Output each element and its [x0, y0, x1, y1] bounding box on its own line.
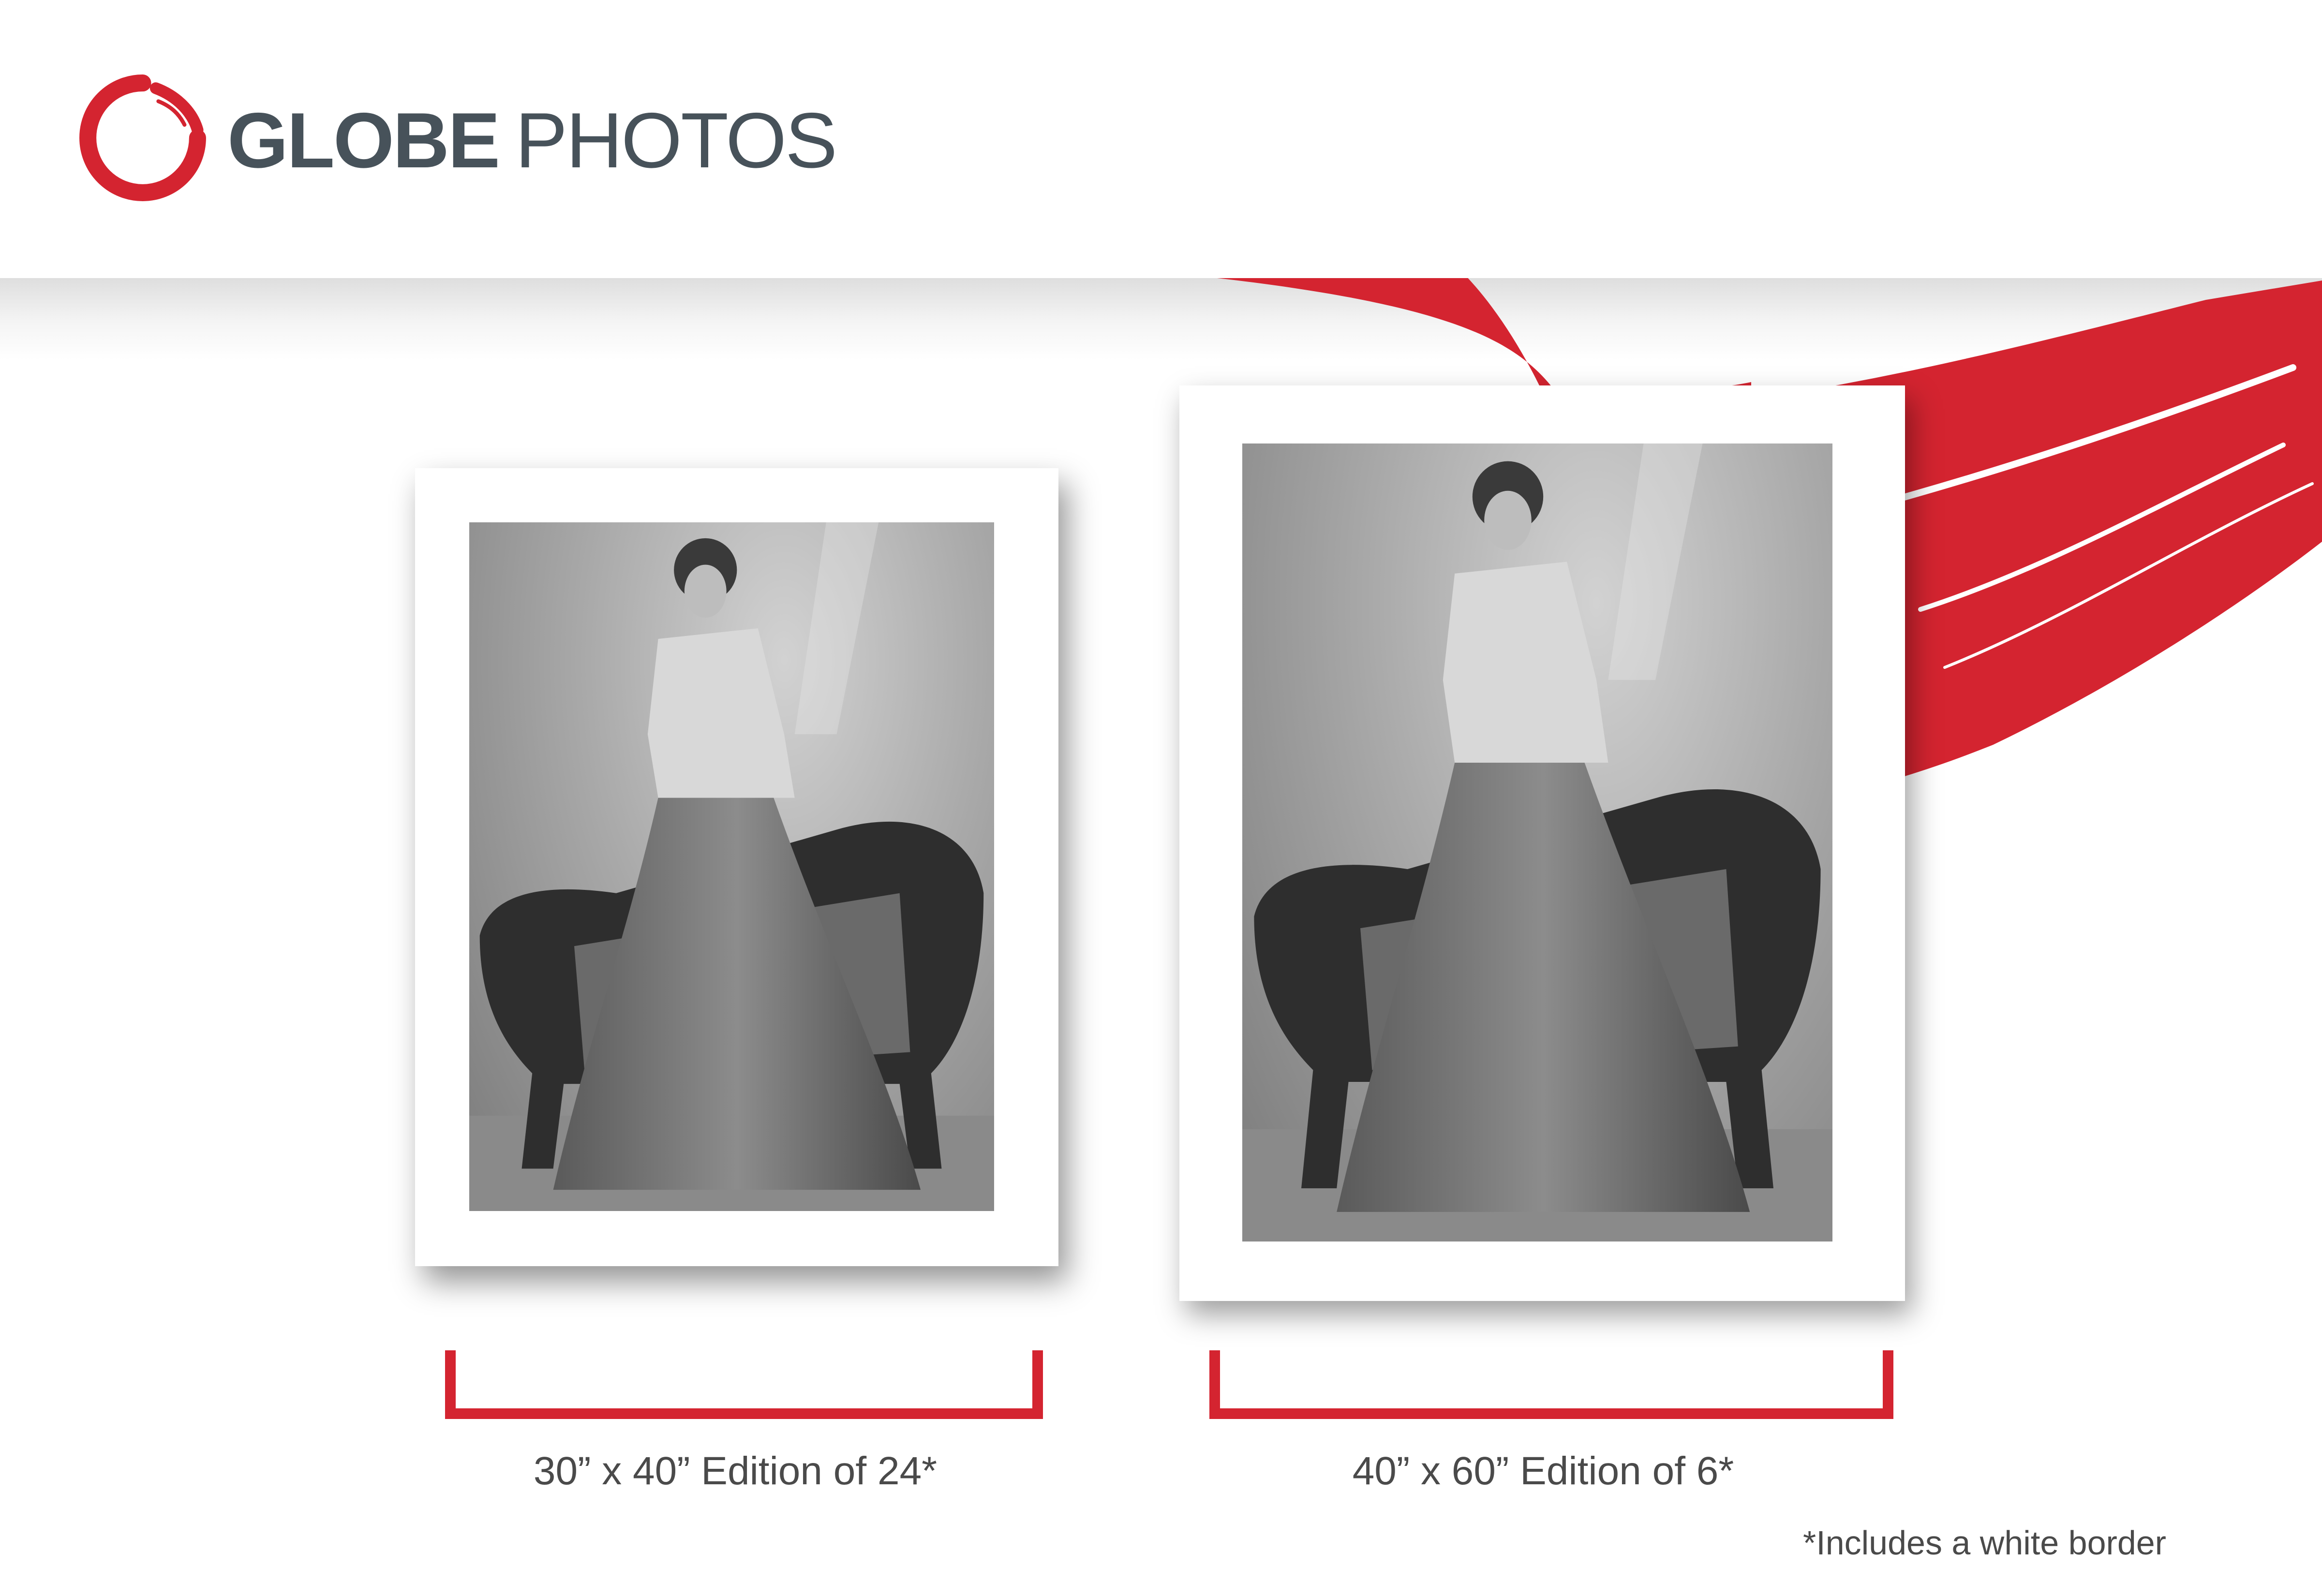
- portrait-photo: [1242, 443, 1832, 1241]
- globe-photos-logo-icon: [77, 73, 208, 203]
- size-bracket-40x60: [1209, 1350, 1893, 1419]
- print-40x60: [1179, 385, 1905, 1301]
- brand-name-light: PHOTOS: [515, 97, 837, 184]
- print-30x40: [415, 468, 1058, 1266]
- size-bracket-30x40: [445, 1350, 1043, 1419]
- header-bar: GLOBE PHOTOS: [0, 0, 2322, 278]
- edition-caption-40x60: 40” x 60” Edition of 6*: [1352, 1449, 1734, 1493]
- brand-name-bold: GLOBE: [227, 97, 500, 184]
- page-canvas: GLOBE PHOTOS 30” x 40” Edition of 24* 40…: [0, 0, 2322, 1596]
- brand-name: GLOBE PHOTOS: [227, 95, 837, 187]
- portrait-photo: [469, 522, 994, 1211]
- border-footnote: *Includes a white border: [1803, 1524, 2166, 1562]
- edition-caption-30x40: 30” x 40” Edition of 24*: [533, 1449, 938, 1493]
